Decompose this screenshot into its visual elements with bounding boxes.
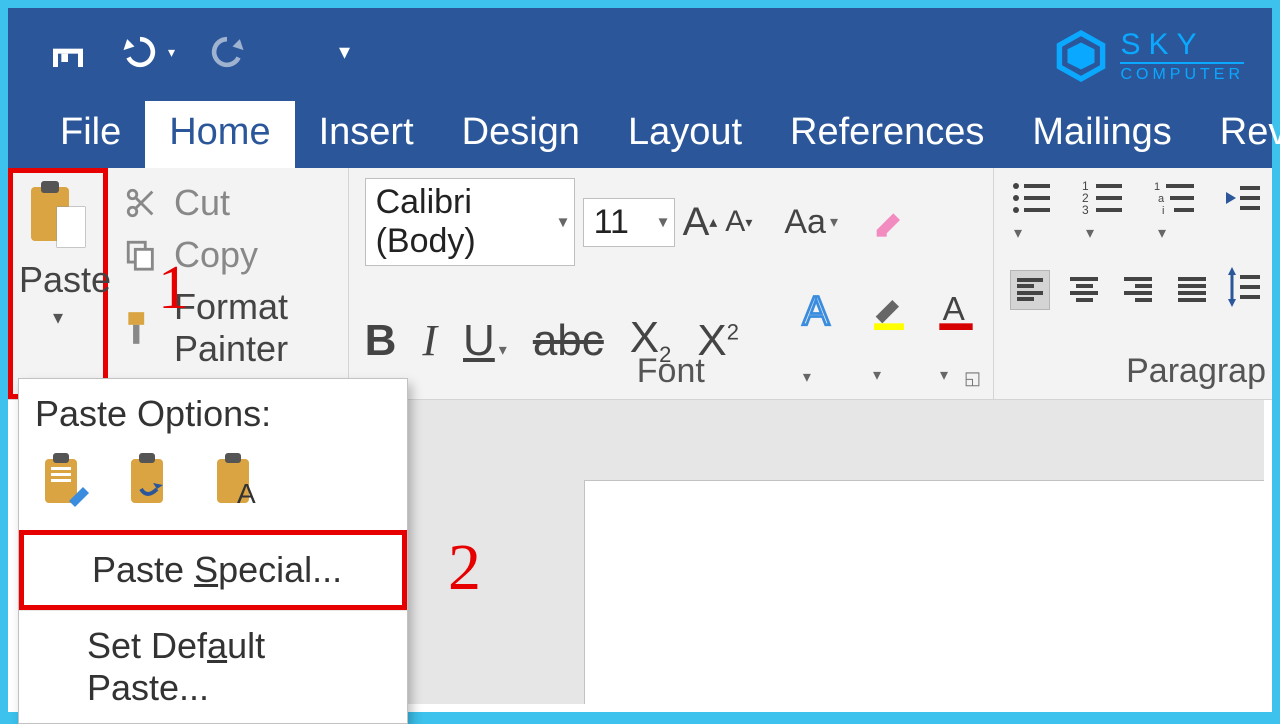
svg-text:A: A xyxy=(237,478,256,509)
justify-button[interactable] xyxy=(1172,270,1212,310)
redo-button[interactable] xyxy=(205,30,249,74)
merge-formatting-icon[interactable] xyxy=(125,453,181,514)
scissors-icon xyxy=(122,184,160,222)
font-name-value: Calibri (Body) xyxy=(376,183,476,260)
undo-dropdown-caret[interactable]: ▾ xyxy=(168,44,175,61)
cut-label: Cut xyxy=(174,182,230,224)
decrease-indent-button[interactable] xyxy=(1226,178,1262,243)
paste-special-menuitem[interactable]: Paste Special... xyxy=(19,530,407,610)
ribbon-home: Paste ▾ Cut Copy Format Painter xyxy=(8,168,1272,400)
format-painter-button[interactable]: Format Painter xyxy=(122,286,338,370)
tab-review[interactable]: Review xyxy=(1196,101,1280,168)
keep-text-only-icon[interactable]: A xyxy=(211,453,267,514)
quick-access-toolbar: ▾ ▾ SKY COMPUTER xyxy=(8,8,1272,96)
tab-references[interactable]: References xyxy=(766,101,1008,168)
chevron-down-icon: ▾ xyxy=(659,212,668,233)
document-page[interactable] xyxy=(584,480,1264,704)
format-painter-label: Format Painter xyxy=(174,286,338,370)
shrink-font-button[interactable]: A▾ xyxy=(725,205,752,239)
set-default-paste-menuitem[interactable]: Set Default Paste... xyxy=(19,610,407,723)
paste-dropdown-caret[interactable]: ▾ xyxy=(19,305,97,330)
paragraph-group: ▾ 123▾ 1ai▾ Paragrap xyxy=(994,168,1272,399)
paste-options-header: Paste Options: xyxy=(19,379,407,445)
keep-source-formatting-icon[interactable] xyxy=(39,453,95,514)
paste-label: Paste xyxy=(19,259,97,301)
tab-mailings[interactable]: Mailings xyxy=(1008,101,1195,168)
copy-icon xyxy=(122,236,160,274)
tab-design[interactable]: Design xyxy=(438,101,604,168)
svg-text:A: A xyxy=(803,288,830,332)
logo-line2: COMPUTER xyxy=(1120,62,1244,84)
copy-button[interactable]: Copy xyxy=(122,234,338,276)
svg-text:a: a xyxy=(1158,193,1165,205)
format-painter-icon xyxy=(122,309,160,347)
save-button[interactable] xyxy=(48,32,88,72)
ribbon-tabs: File Home Insert Design Layout Reference… xyxy=(8,96,1272,168)
font-group: Calibri (Body)▾ 11▾ A▴ A▾ Aa▾ B I U▾ abc… xyxy=(349,168,994,399)
svg-text:3: 3 xyxy=(1082,203,1089,217)
line-spacing-button[interactable] xyxy=(1226,267,1262,312)
callout-number-2: 2 xyxy=(448,530,481,606)
app-window: ▾ ▾ SKY COMPUTER File Home Insert Design… xyxy=(8,8,1272,712)
paste-dropdown-menu: Paste Options: A Paste Special... Set De… xyxy=(18,378,408,724)
tab-insert[interactable]: Insert xyxy=(295,101,438,168)
clear-formatting-button[interactable] xyxy=(870,200,910,245)
paragraph-group-label: Paragrap xyxy=(994,352,1272,391)
numbering-button[interactable]: 123▾ xyxy=(1082,178,1142,243)
align-center-button[interactable] xyxy=(1064,270,1104,310)
svg-text:i: i xyxy=(1162,205,1164,217)
align-right-button[interactable] xyxy=(1118,270,1158,310)
customize-qat-button[interactable]: ▾ xyxy=(339,39,350,65)
watermark-logo: SKY COMPUTER xyxy=(1054,28,1244,84)
logo-line1: SKY xyxy=(1120,28,1244,62)
grow-font-button[interactable]: A▴ xyxy=(683,200,718,245)
tab-layout[interactable]: Layout xyxy=(604,101,766,168)
font-dialog-launcher[interactable]: ◱ xyxy=(964,368,981,389)
svg-text:1: 1 xyxy=(1154,181,1160,193)
undo-button[interactable]: ▾ xyxy=(118,30,175,74)
callout-number-1: 1 xyxy=(158,253,189,324)
bullets-button[interactable]: ▾ xyxy=(1010,178,1070,243)
align-left-button[interactable] xyxy=(1010,270,1050,310)
multilevel-list-button[interactable]: 1ai▾ xyxy=(1154,178,1214,243)
tab-home[interactable]: Home xyxy=(145,101,294,168)
paste-split-button[interactable]: Paste ▾ xyxy=(8,168,108,399)
cut-button[interactable]: Cut xyxy=(122,182,338,224)
tab-file[interactable]: File xyxy=(36,101,145,168)
change-case-button[interactable]: Aa▾ xyxy=(784,203,838,242)
font-size-select[interactable]: 11 ▾ xyxy=(583,198,675,247)
font-group-label: Font xyxy=(349,352,993,391)
font-size-value: 11 xyxy=(594,203,629,241)
font-name-select[interactable]: Calibri (Body) ▾ xyxy=(365,178,575,266)
svg-text:A: A xyxy=(943,291,966,328)
chevron-down-icon: ▾ xyxy=(559,212,568,233)
paste-icon xyxy=(29,181,87,251)
